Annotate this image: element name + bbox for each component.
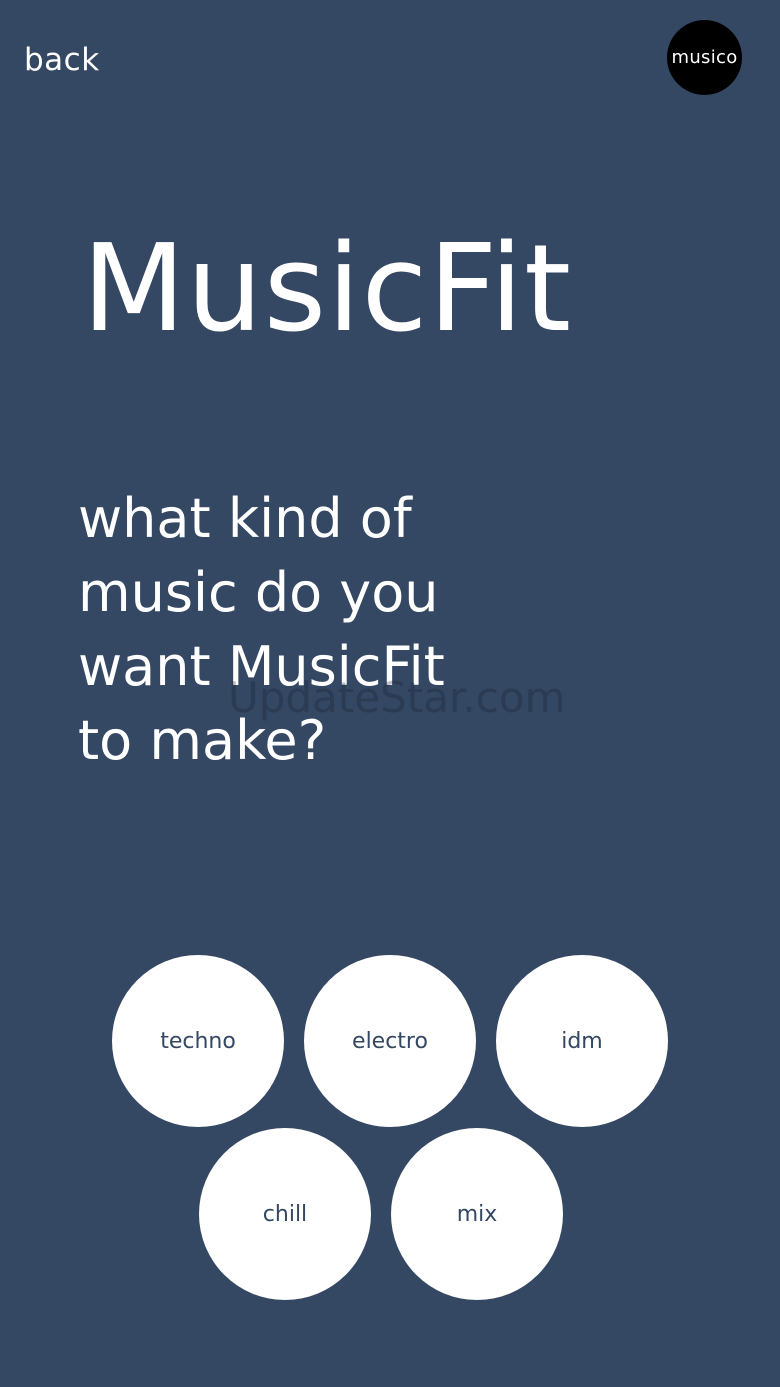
musico-logo-label: musico [671, 47, 738, 68]
genre-option-idm[interactable]: idm [496, 955, 668, 1127]
app-title: MusicFit [82, 220, 573, 359]
genre-question: what kind of music do you want MusicFit … [78, 487, 445, 772]
genre-option-chill[interactable]: chill [199, 1128, 371, 1300]
genre-option-electro[interactable]: electro [304, 955, 476, 1127]
genre-option-techno[interactable]: techno [112, 955, 284, 1127]
back-button[interactable]: back [24, 38, 100, 82]
musico-logo-button[interactable]: musico [667, 20, 742, 95]
genre-option-mix[interactable]: mix [391, 1128, 563, 1300]
